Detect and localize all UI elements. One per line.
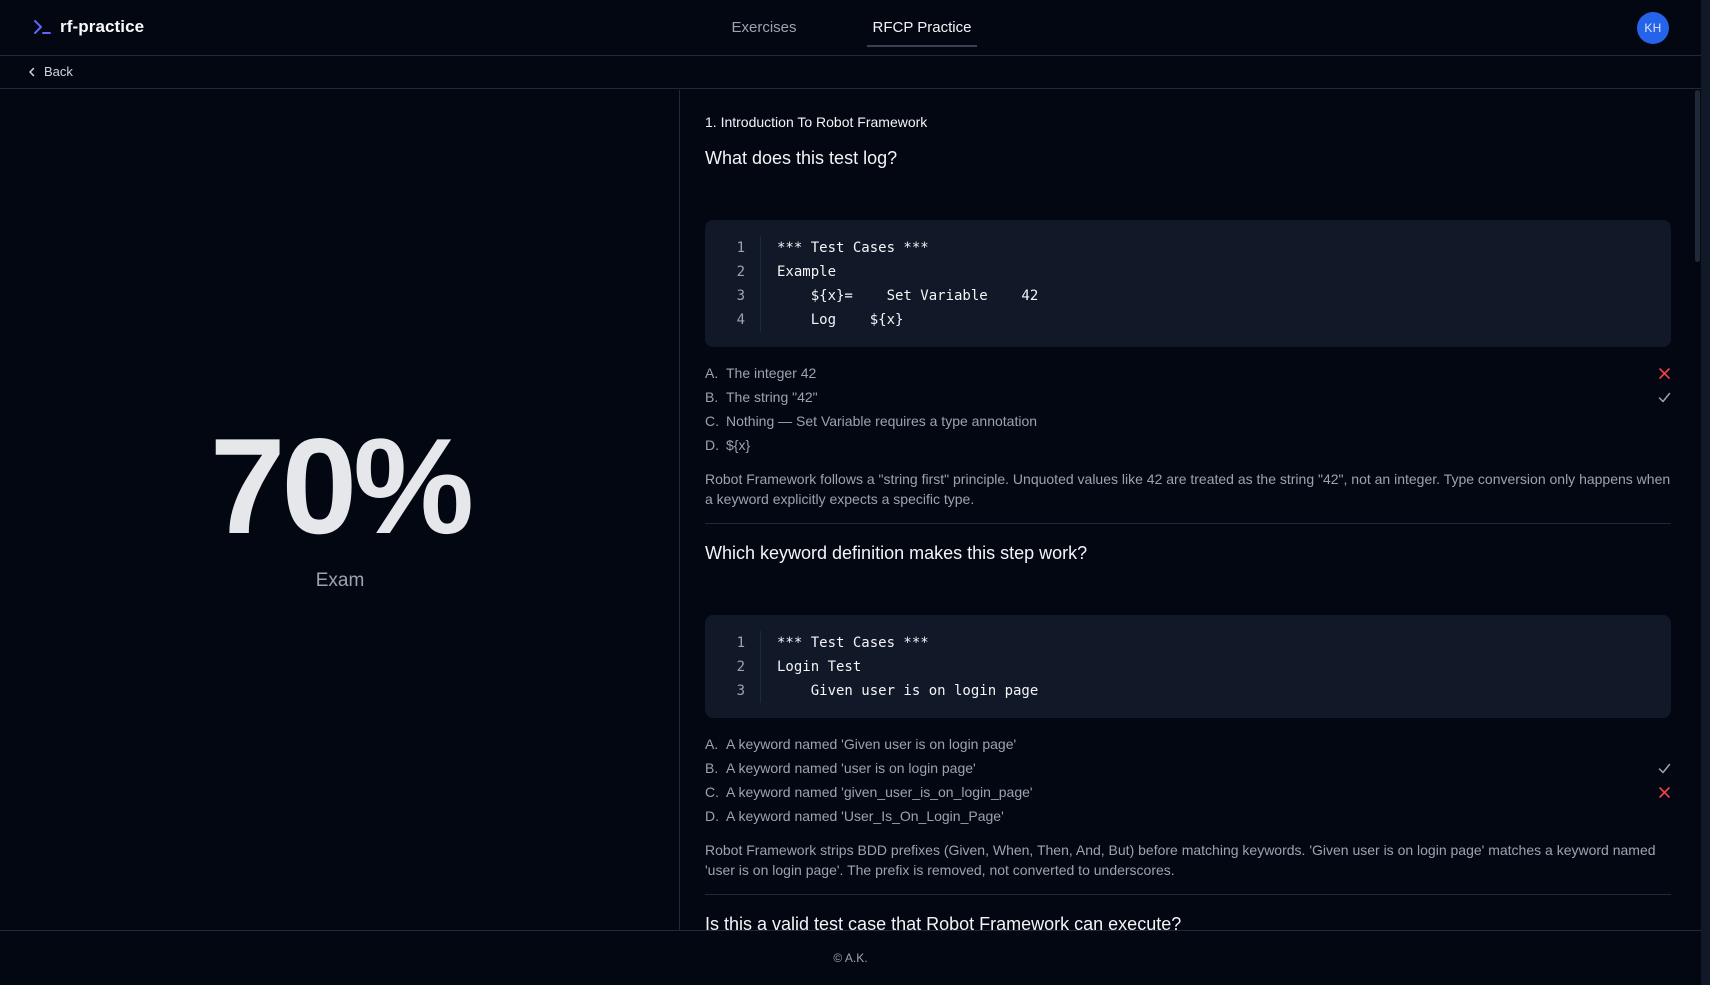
answer-letter: D. [705, 437, 719, 453]
question-title: Is this a valid test case that Robot Fra… [705, 914, 1182, 930]
line-number: 1 [736, 240, 745, 256]
code-text: Login Test [777, 659, 862, 675]
code-text: ${x}= Set Variable 42 [777, 288, 1039, 304]
line-number: 4 [736, 312, 745, 328]
answer-explanation: Robot Framework strips BDD prefixes (Giv… [705, 842, 1656, 878]
question-title: Which keyword definition makes this step… [705, 543, 1088, 563]
answer-option-b[interactable]: B. The string "42" [705, 385, 1671, 409]
footer-copyright: © A.K. [833, 951, 868, 965]
app-name: rf-practice [60, 17, 145, 36]
code-block: 1 *** Test Cases *** 2 Example 3 ${x}= S… [705, 220, 1671, 347]
code-text: Given user is on login page [777, 683, 1039, 699]
code-text: *** Test Cases *** [777, 635, 929, 651]
line-number-divider [760, 236, 761, 332]
answer-option-d[interactable]: D. ${x} [705, 433, 1671, 457]
answer-text: The string "42" [726, 389, 818, 405]
chevron-left-icon [29, 67, 35, 76]
answer-letter: D. [705, 808, 719, 824]
answer-letter: C. [705, 784, 719, 800]
answer-text: A keyword named 'Given user is on login … [726, 736, 1017, 752]
line-number: 2 [736, 659, 745, 675]
answer-option-b[interactable]: B. A keyword named 'user is on login page… [705, 756, 1671, 780]
terminal-prompt-icon [34, 20, 51, 34]
question-divider [705, 894, 1671, 895]
brand-link[interactable]: rf-practice [32, 17, 144, 37]
answer-text: A keyword named 'given_user_is_on_login_… [726, 784, 1033, 800]
answer-option-d[interactable]: D. A keyword named 'User_Is_On_Login_Page… [705, 804, 1671, 828]
answer-text: ${x} [726, 437, 751, 453]
back-label: Back [44, 64, 73, 79]
top-navbar: rf-practice Exercises RFCP Practice KH [0, 0, 1701, 56]
code-text: Log ${x} [777, 312, 904, 328]
page-scrollbar[interactable] [1701, 0, 1710, 985]
answer-letter: A. [705, 736, 719, 752]
code-text: Example [777, 264, 837, 280]
review-scrollbar-thumb[interactable] [1695, 90, 1700, 262]
line-number: 2 [736, 264, 745, 280]
x-icon [1659, 368, 1670, 379]
user-avatar[interactable]: KH [1637, 12, 1669, 44]
answer-letter: B. [705, 760, 719, 776]
code-text: *** Test Cases *** [777, 240, 929, 256]
answer-letter: C. [705, 413, 719, 429]
answer-explanation: Robot Framework follows a "string first"… [705, 471, 1671, 507]
answer-text: A keyword named 'user is on login page' [726, 760, 976, 776]
check-icon [1658, 763, 1671, 774]
back-bar: Back [0, 57, 1701, 89]
answer-text: Nothing — Set Variable requires a type a… [726, 413, 1038, 429]
line-number: 1 [736, 635, 745, 651]
nav-rfcp-practice[interactable]: RFCP Practice [867, 0, 977, 47]
answer-text: A keyword named 'User_Is_On_Login_Page' [726, 808, 1004, 824]
answer-list: A. The integer 42 B. The string "42" C. Not… [705, 361, 1671, 457]
answer-option-a[interactable]: A. A keyword named 'Given user is on logi… [705, 732, 1671, 756]
line-number: 3 [736, 683, 745, 699]
code-block: 1 *** Test Cases *** 2 Login Test 3 Give… [705, 615, 1671, 718]
score-percentage: 70% [209, 410, 474, 562]
question-divider [705, 523, 1671, 524]
score-panel: 70% Exam [0, 90, 680, 930]
score-label: Exam [315, 570, 365, 591]
line-number-divider [760, 631, 761, 703]
footer: © A.K. [0, 930, 1701, 985]
question-title: What does this test log? [705, 148, 898, 168]
answer-list: A. A keyword named 'Given user is on logi… [705, 732, 1671, 828]
answer-option-c[interactable]: C. A keyword named 'given_user_is_on_logi… [705, 780, 1671, 804]
line-number: 3 [736, 288, 745, 304]
answer-option-c[interactable]: C. Nothing — Set Variable requires a type… [705, 409, 1671, 433]
x-icon [1659, 787, 1670, 798]
answer-text: The integer 42 [726, 365, 817, 381]
nav-exercises[interactable]: Exercises [718, 0, 810, 47]
back-button[interactable]: Back [26, 64, 73, 79]
answer-option-a[interactable]: A. The integer 42 [705, 361, 1671, 385]
question-review-panel: 1. Introduction To Robot Framework What … [681, 90, 1693, 930]
answer-letter: A. [705, 365, 719, 381]
answer-letter: B. [705, 389, 719, 405]
section-title: 1. Introduction To Robot Framework [705, 114, 928, 130]
check-icon [1658, 392, 1671, 403]
